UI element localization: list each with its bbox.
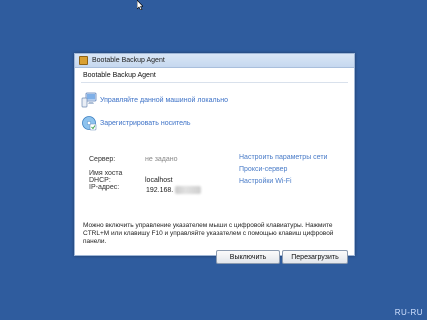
ip-address-redacted	[175, 186, 202, 194]
window-titlebar[interactable]: Bootable Backup Agent	[75, 54, 354, 68]
page-title: Bootable Backup Agent	[83, 72, 156, 79]
wifi-settings-link[interactable]: Настройки Wi-Fi	[239, 178, 327, 190]
language-indicator: RU-RU	[394, 308, 423, 317]
server-label: Сервер:	[89, 156, 116, 163]
bootable-backup-agent-window: Bootable Backup Agent Bootable Backup Ag…	[74, 53, 355, 264]
register-media-link[interactable]: Зарегистрировать носитель	[100, 120, 191, 127]
manage-local-link[interactable]: Управляйте данной машиной локально	[100, 97, 228, 104]
dhcp-hostname-label: Имя хоста DHCP:	[89, 170, 123, 184]
proxy-server-link[interactable]: Прокси-сервер	[239, 166, 327, 178]
header-divider	[81, 82, 348, 83]
ip-address-value: 192.168.	[146, 186, 174, 194]
ip-address-row: IP-адрес:	[89, 184, 145, 191]
window-content: Bootable Backup Agent Управляйте данной …	[75, 68, 354, 264]
dhcp-hostname-row: Имя хоста DHCP: localhost	[89, 170, 173, 184]
help-text: Можно включить управление указателем мыш…	[83, 222, 334, 245]
ip-address-label: IP-адрес:	[89, 184, 120, 191]
shutdown-button[interactable]: Выключить	[216, 250, 280, 264]
computer-icon	[81, 92, 97, 108]
dhcp-hostname-value: localhost	[145, 177, 173, 184]
reboot-button[interactable]: Перезагрузить	[282, 250, 348, 264]
server-row: Сервер: не задано	[89, 156, 178, 163]
ip-address-value-wrap: 192.168.	[146, 186, 202, 194]
network-settings-link[interactable]: Настроить параметры сети	[239, 154, 327, 166]
register-media-icon	[82, 116, 97, 131]
mouse-cursor-icon	[137, 0, 143, 10]
register-media-action[interactable]: Зарегистрировать носитель	[81, 115, 191, 131]
window-title: Bootable Backup Agent	[92, 57, 165, 64]
app-icon	[79, 56, 88, 65]
settings-links: Настроить параметры сети Прокси-сервер Н…	[239, 154, 327, 190]
manage-local-action[interactable]: Управляйте данной машиной локально	[81, 92, 228, 108]
server-value: не задано	[145, 156, 178, 163]
